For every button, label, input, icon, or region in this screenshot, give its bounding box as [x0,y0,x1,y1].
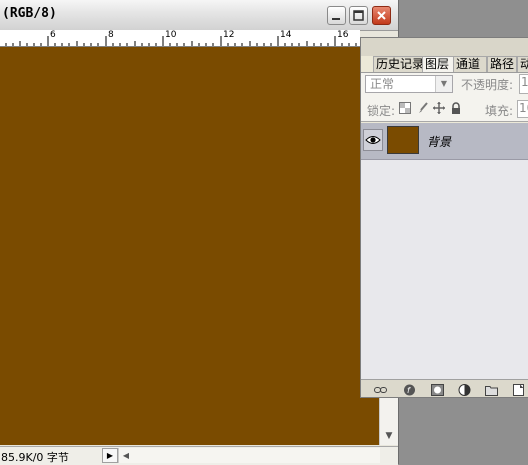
lock-label: 锁定: [367,104,396,118]
vertical-scrollbar[interactable]: ▼ [379,395,398,445]
lock-transparency-icon[interactable] [399,102,411,114]
link-layers-icon[interactable] [374,384,387,396]
tab-paths[interactable]: 路径 [487,56,517,72]
blend-mode-select[interactable]: 正常 ▼ [365,75,453,93]
close-button[interactable] [372,6,391,25]
scroll-down-arrow-icon[interactable]: ▼ [380,428,398,445]
palette-tabs: 历史记录 通道 路径 动作 图层 [361,56,528,73]
minimize-button[interactable] [327,6,346,25]
lock-all-icon[interactable] [450,102,462,114]
opacity-label: 不透明度: [461,78,514,92]
layer-name[interactable]: 背景 [427,133,451,150]
ruler-label: 6 [50,30,56,40]
ruler-label: 8 [108,30,114,40]
palette-footer: f [361,379,528,397]
scroll-left-arrow-icon[interactable]: ◀ [119,448,133,463]
lock-fill-row: 锁定: 填充: 10 [361,96,528,122]
horizontal-scrollbar[interactable]: ◀ [118,448,380,463]
visibility-toggle[interactable] [363,129,383,151]
status-menu-arrow-icon[interactable]: ▶ [102,448,118,463]
opacity-field[interactable]: 10 [519,74,528,94]
ruler-label: 10 [165,30,177,40]
window-title: (RGB/8) [2,6,57,21]
lock-brush-icon[interactable] [417,102,429,114]
layers-palette: 历史记录 通道 路径 动作 图层 正常 ▼ 不透明度: 10 锁定: 填充: [360,37,528,398]
new-group-icon[interactable] [485,384,498,396]
image-canvas[interactable] [0,47,379,445]
layer-row[interactable]: 背景 [361,123,528,160]
close-icon [377,11,386,20]
ruler-label: 14 [280,30,292,40]
layer-thumbnail [387,126,419,154]
maximize-icon [353,10,364,21]
blend-opacity-row: 正常 ▼ 不透明度: 10 [361,73,528,96]
horizontal-ruler: 6 8 10 12 14 16 [0,30,360,47]
adjustment-layer-icon[interactable] [458,384,471,396]
lock-move-icon[interactable] [433,102,445,114]
tab-channels[interactable]: 通道 [453,56,487,72]
tab-actions[interactable]: 动作 [517,56,528,72]
chevron-down-icon: ▼ [435,76,452,92]
status-text: 85.9K/0 字节 [1,451,69,464]
tab-history[interactable]: 历史记录 [373,56,423,72]
new-layer-icon[interactable] [512,384,525,396]
status-bar: 85.9K/0 字节 ▶ ◀ [0,446,398,465]
ruler-label: 16 [337,30,349,40]
tab-layers[interactable]: 图层 [422,56,454,72]
layer-mask-icon[interactable] [431,384,444,396]
fill-label: 填充: [485,104,514,118]
ruler-label: 12 [223,30,235,40]
layer-style-icon[interactable]: f [403,384,416,396]
palette-header[interactable] [361,38,528,56]
eye-icon [365,136,381,144]
fill-field[interactable]: 10 [517,100,528,118]
document-window: (RGB/8) 6 8 10 12 14 16 ▼ 85.9K/0 字节 ▶ ◀ [0,0,399,465]
minimize-icon [332,18,340,20]
title-bar[interactable]: (RGB/8) [0,0,398,31]
blend-mode-value: 正常 [370,77,395,91]
layers-list: 背景 [361,123,528,379]
maximize-button[interactable] [349,6,368,25]
